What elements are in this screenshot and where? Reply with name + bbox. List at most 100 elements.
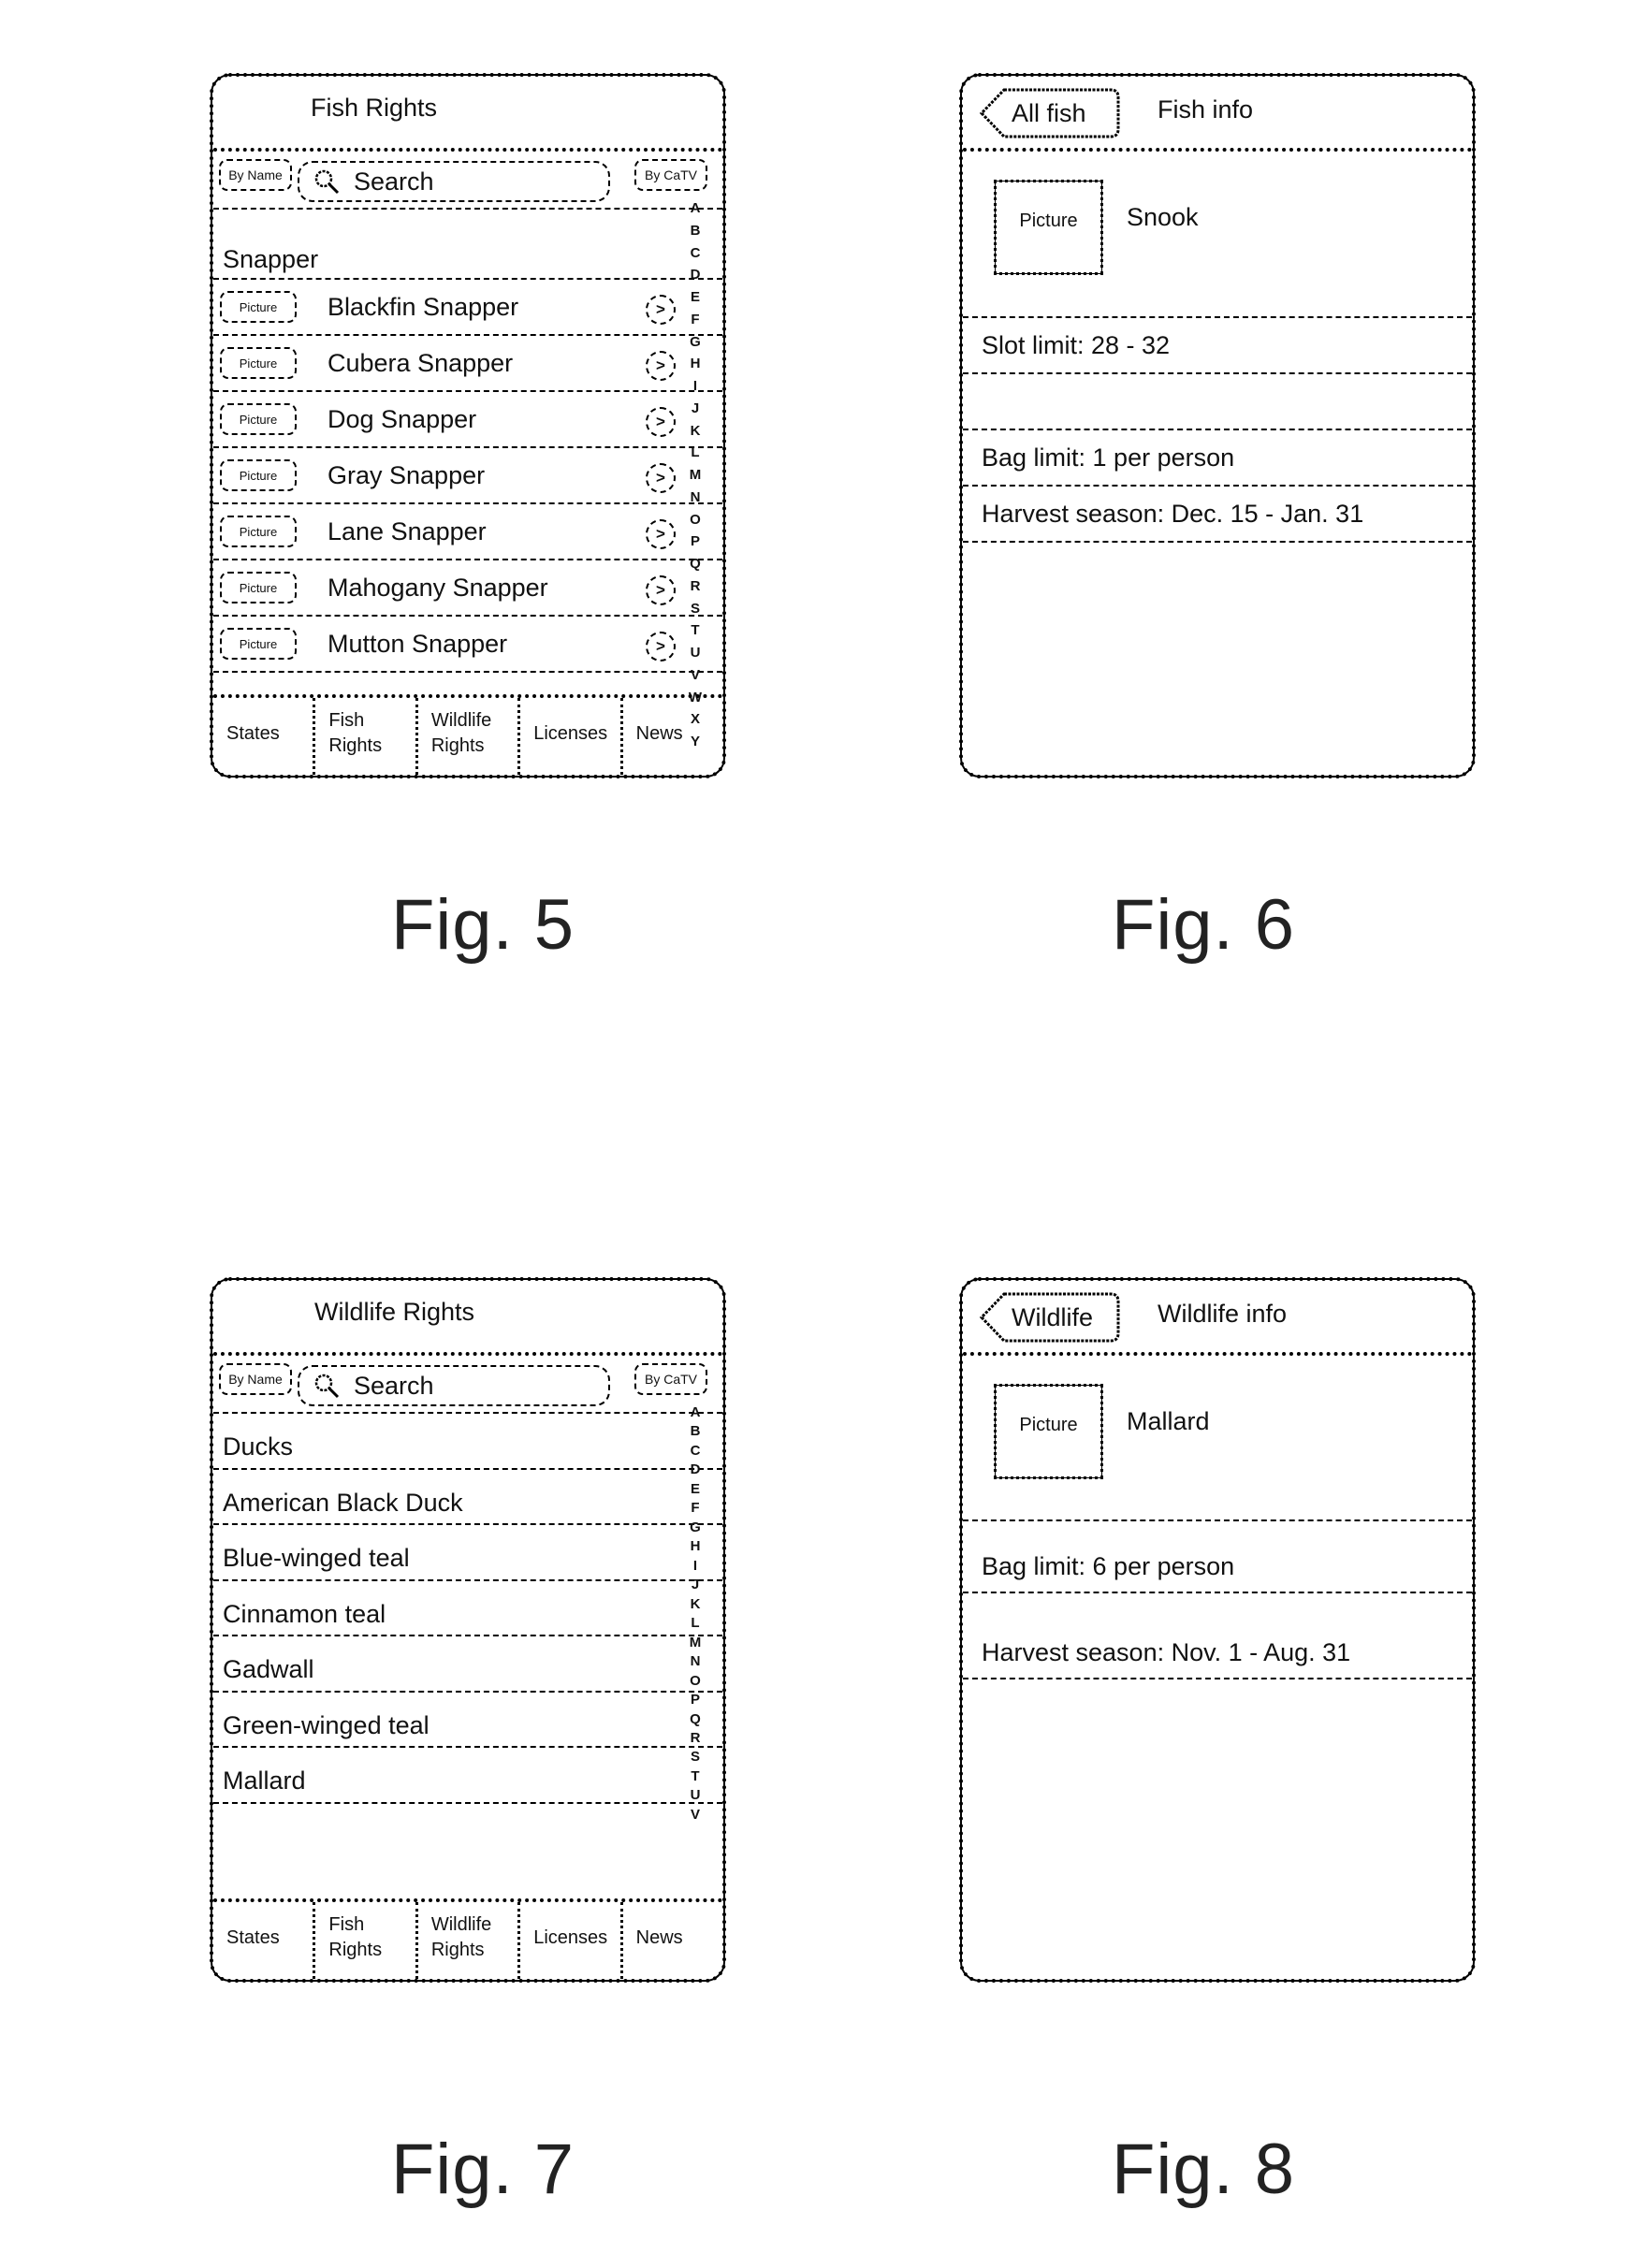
index-letter[interactable]: N [691,490,701,504]
sort-by-catv-button[interactable]: By CaTV [634,159,707,191]
index-letter[interactable]: A [691,201,701,215]
index-letter[interactable]: L [691,445,699,459]
index-letter[interactable]: P [691,534,700,548]
list-item[interactable]: American Black Duck [213,1470,722,1525]
header-title: Wildlife info [1158,1300,1288,1328]
index-letter[interactable]: R [691,1731,701,1745]
tab-licenses[interactable]: Licenses [520,1902,623,1979]
index-letter[interactable]: B [691,1424,701,1438]
nav-header: All fish Fish info [963,77,1472,152]
list-item[interactable]: Picture Cubera Snapper > [213,336,722,392]
index-letter[interactable]: T [691,623,699,637]
index-letter[interactable]: G [690,335,701,349]
tab-fish[interactable]: Fish Rights [315,1902,418,1979]
tab-states[interactable]: States [213,698,316,775]
index-letter[interactable]: H [691,356,701,371]
tab-label-line: News [635,1926,683,1948]
index-letter[interactable]: E [691,1482,700,1496]
sort-by-name-button[interactable]: By Name [219,1363,292,1395]
index-letter[interactable]: A [691,1405,701,1419]
tab-label-line: States [226,722,280,744]
list-item-name: Gray Snapper [328,461,486,489]
tab-fish[interactable]: Fish Rights [315,698,418,775]
search-input[interactable]: Search [298,161,610,202]
index-letter[interactable]: M [690,468,702,482]
sort-by-name-button[interactable]: By Name [219,159,292,191]
picture-thumbnail: Picture [220,516,297,547]
tab-label-line: Rights [328,1940,383,1960]
search-placeholder: Search [354,167,434,196]
index-letter[interactable]: N [691,1654,701,1668]
disclosure-arrow-icon[interactable]: > [646,632,676,662]
search-bar-row: By Name Search By CaTV [213,152,722,210]
disclosure-arrow-icon[interactable]: > [646,519,676,549]
disclosure-arrow-icon[interactable]: > [646,463,676,493]
index-letter[interactable]: K [691,1597,701,1611]
tab-news[interactable]: News [623,698,722,775]
back-button[interactable]: All fish [980,88,1120,138]
tab-label: News [636,721,683,747]
tab-wildlife[interactable]: Wildlife Rights [418,1902,521,1979]
index-letter[interactable]: C [691,246,701,260]
disclosure-arrow-icon[interactable]: > [646,351,676,381]
list-item[interactable]: Mallard [213,1748,722,1804]
list-item[interactable]: Picture Mahogany Snapper > [213,560,722,617]
tab-states[interactable]: States [213,1902,316,1979]
tab-wildlife[interactable]: Wildlife Rights [418,698,521,775]
info-row: Slot limit: 28 - 32 [963,318,1472,374]
index-letter[interactable]: K [691,424,701,438]
back-button[interactable]: Wildlife [980,1292,1120,1343]
picture-thumbnail: Picture [220,403,297,435]
list-item[interactable]: Picture Mutton Snapper > [213,617,722,673]
tab-licenses[interactable]: Licenses [520,698,623,775]
list-item[interactable]: Green-winged teal [213,1693,722,1748]
list-item[interactable]: Picture Gray Snapper > [213,448,722,504]
sort-by-catv-button[interactable]: By CaTV [634,1363,707,1395]
nav-header: Fish Rights [213,77,722,152]
index-letter[interactable]: B [691,224,701,238]
index-letter[interactable]: C [691,1444,701,1458]
search-bar-row: By Name Search By CaTV [213,1356,722,1414]
index-letter[interactable]: Q [690,1712,701,1726]
index-letter[interactable]: F [691,313,699,327]
index-letter[interactable]: M [690,1636,702,1650]
list-item[interactable]: Blue-winged teal [213,1525,722,1581]
index-letter[interactable]: L [691,1616,699,1630]
index-letter[interactable]: O [690,1674,701,1688]
list-item-name: American Black Duck [223,1488,463,1517]
index-letter[interactable]: U [691,646,701,660]
index-letter[interactable]: R [691,579,701,593]
search-icon [313,1372,341,1400]
disclosure-arrow-icon[interactable]: > [646,407,676,437]
tab-news[interactable]: News [623,1902,722,1979]
index-letter[interactable]: O [690,513,701,527]
index-letter[interactable]: Q [690,557,701,571]
index-letter[interactable]: G [690,1520,701,1534]
index-letter[interactable]: S [691,602,700,616]
index-letter[interactable]: J [692,401,699,415]
index-letter[interactable]: P [691,1693,700,1707]
index-letter[interactable]: S [691,1750,700,1764]
index-letter[interactable]: D [691,268,701,282]
list-item[interactable]: Picture Blackfin Snapper > [213,280,722,336]
index-letter[interactable]: F [691,1501,699,1515]
list-item[interactable]: Picture Lane Snapper > [213,504,722,560]
disclosure-arrow-icon[interactable]: > [646,575,676,605]
index-letter[interactable]: I [693,379,697,393]
index-letter[interactable]: H [691,1539,701,1553]
list-item[interactable]: Cinnamon teal [213,1581,722,1636]
list-item[interactable]: Gadwall [213,1636,722,1693]
index-letter[interactable]: V [691,668,700,682]
index-letter[interactable]: J [692,1577,699,1592]
index-letter[interactable]: E [691,290,700,304]
disclosure-arrow-icon[interactable]: > [646,295,676,325]
index-letter[interactable]: D [691,1462,701,1476]
index-letter[interactable]: T [691,1769,699,1783]
list-item[interactable]: Picture Dog Snapper > [213,392,722,448]
alphabet-index[interactable]: ABCDEFGHIJKLMNOPQRSTUV [685,1405,706,1822]
index-letter[interactable]: V [691,1808,700,1822]
alphabet-index[interactable]: ABCDEFGHIJKLMNOPQRSTUVWXY [685,201,706,749]
search-input[interactable]: Search [298,1365,610,1406]
index-letter[interactable]: I [693,1559,697,1573]
index-letter[interactable]: U [691,1788,701,1802]
